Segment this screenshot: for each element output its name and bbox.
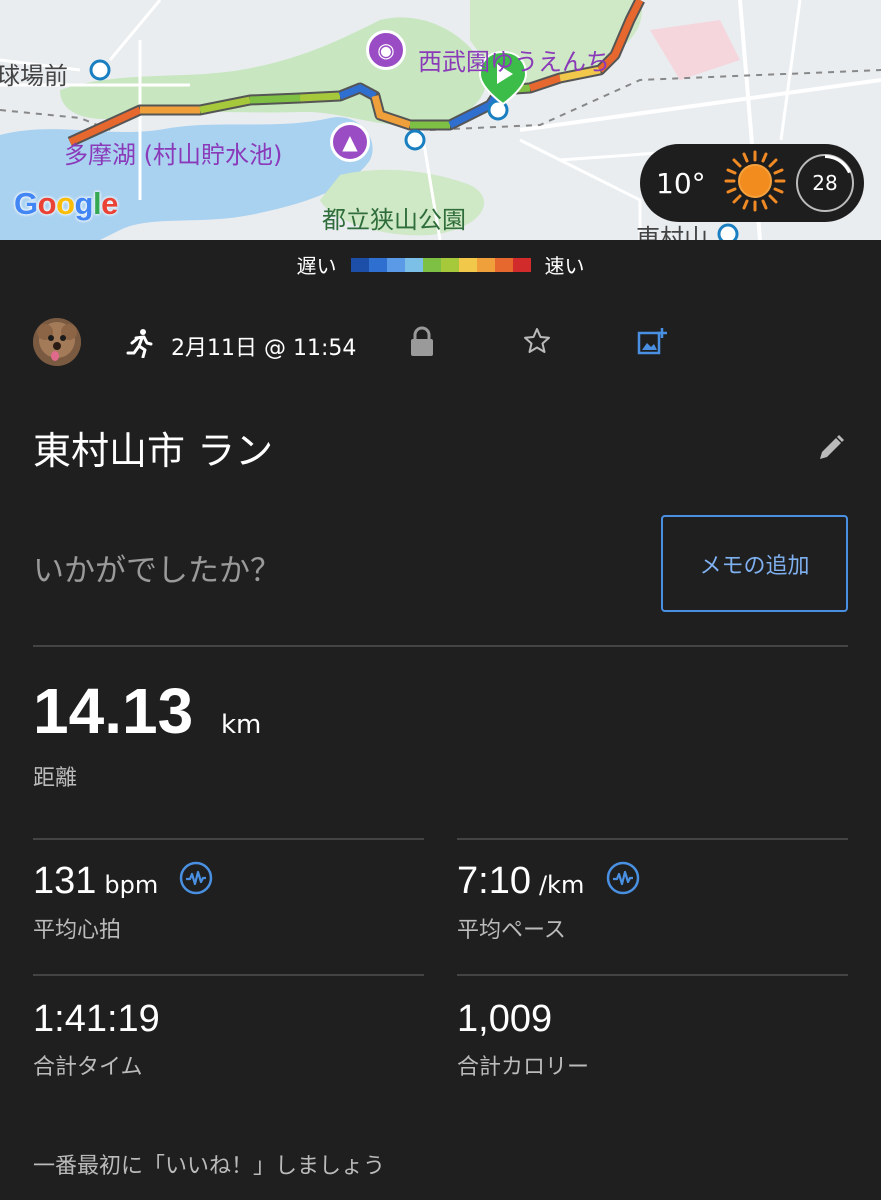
divider [33,645,848,647]
lake-poi-icon[interactable]: ▲ [330,122,370,162]
edit-pencil-icon[interactable] [815,432,847,464]
distance-unit: km [221,710,262,740]
divider [457,838,848,840]
map-label-seibuen: 西武園ゆうえんち [418,48,610,76]
total-time-label: 合計タイム [33,1055,143,1080]
distance-value: 14.13 [33,675,194,747]
total-time-value: 1:41:19 [33,998,160,1040]
total-calories-label: 合計カロリー [457,1055,590,1080]
total-calories-value: 1,009 [457,998,553,1040]
pace-chart-icon[interactable] [606,861,640,895]
avg-hr-label: 平均心拍 [33,918,122,943]
divider [33,838,424,840]
heart-rate-chart-icon[interactable] [179,861,213,895]
like-prompt[interactable]: 一番最初に「いいね！」しましょう [33,1148,385,1180]
avg-pace-value: 7:10 [457,860,531,902]
add-photo-icon[interactable] [636,326,668,358]
avg-hr-stat: 131 bpm [33,860,158,903]
avatar[interactable] [33,318,81,366]
legend-fast-label: 速い [544,254,585,278]
add-memo-button[interactable]: メモの追加 [661,515,848,612]
sun-icon [724,150,786,216]
lock-icon[interactable] [408,326,436,358]
running-icon [126,329,153,358]
map-label-kyujo: 球場前 [0,62,68,90]
google-logo: Google [14,186,118,221]
avg-hr-value: 131 [33,860,97,902]
avg-pace-stat: 7:10/km [457,860,584,903]
star-icon[interactable] [522,326,552,356]
avg-pace-label: 平均ペース [457,918,566,943]
avg-hr-unit: bpm [104,871,159,899]
map-label-tamako: 多摩湖 (村山貯水池) [64,141,283,169]
legend-slow-label: 遅い [296,254,337,278]
divider [33,974,424,976]
divider [457,974,848,976]
activity-header: 2月11日 @ 11:54 [0,318,881,370]
feedback-prompt: いかがでしたか？ [33,553,281,589]
amusement-park-icon[interactable]: ◉ [366,30,406,70]
weather-temperature: 10° [656,166,706,200]
weather-badge[interactable]: 10° 28 [640,144,864,222]
activity-title[interactable]: 東村山市 ラン [33,420,273,475]
gauge-value: 28 [812,171,838,195]
map-label-sayama-park: 都立狭山公園 [322,206,466,234]
route-map[interactable]: 球場前 ◉ 西武園ゆうえんち 多摩湖 (村山貯水池) ▲ 都立狭山公園 東村山 … [0,0,881,240]
distance-label: 距離 [33,766,78,791]
activity-date: 2月11日 @ 11:54 [171,336,357,361]
pace-legend: 遅い 速い [0,250,881,279]
legend-color-bar [350,257,531,272]
avg-pace-unit: /km [538,871,585,899]
